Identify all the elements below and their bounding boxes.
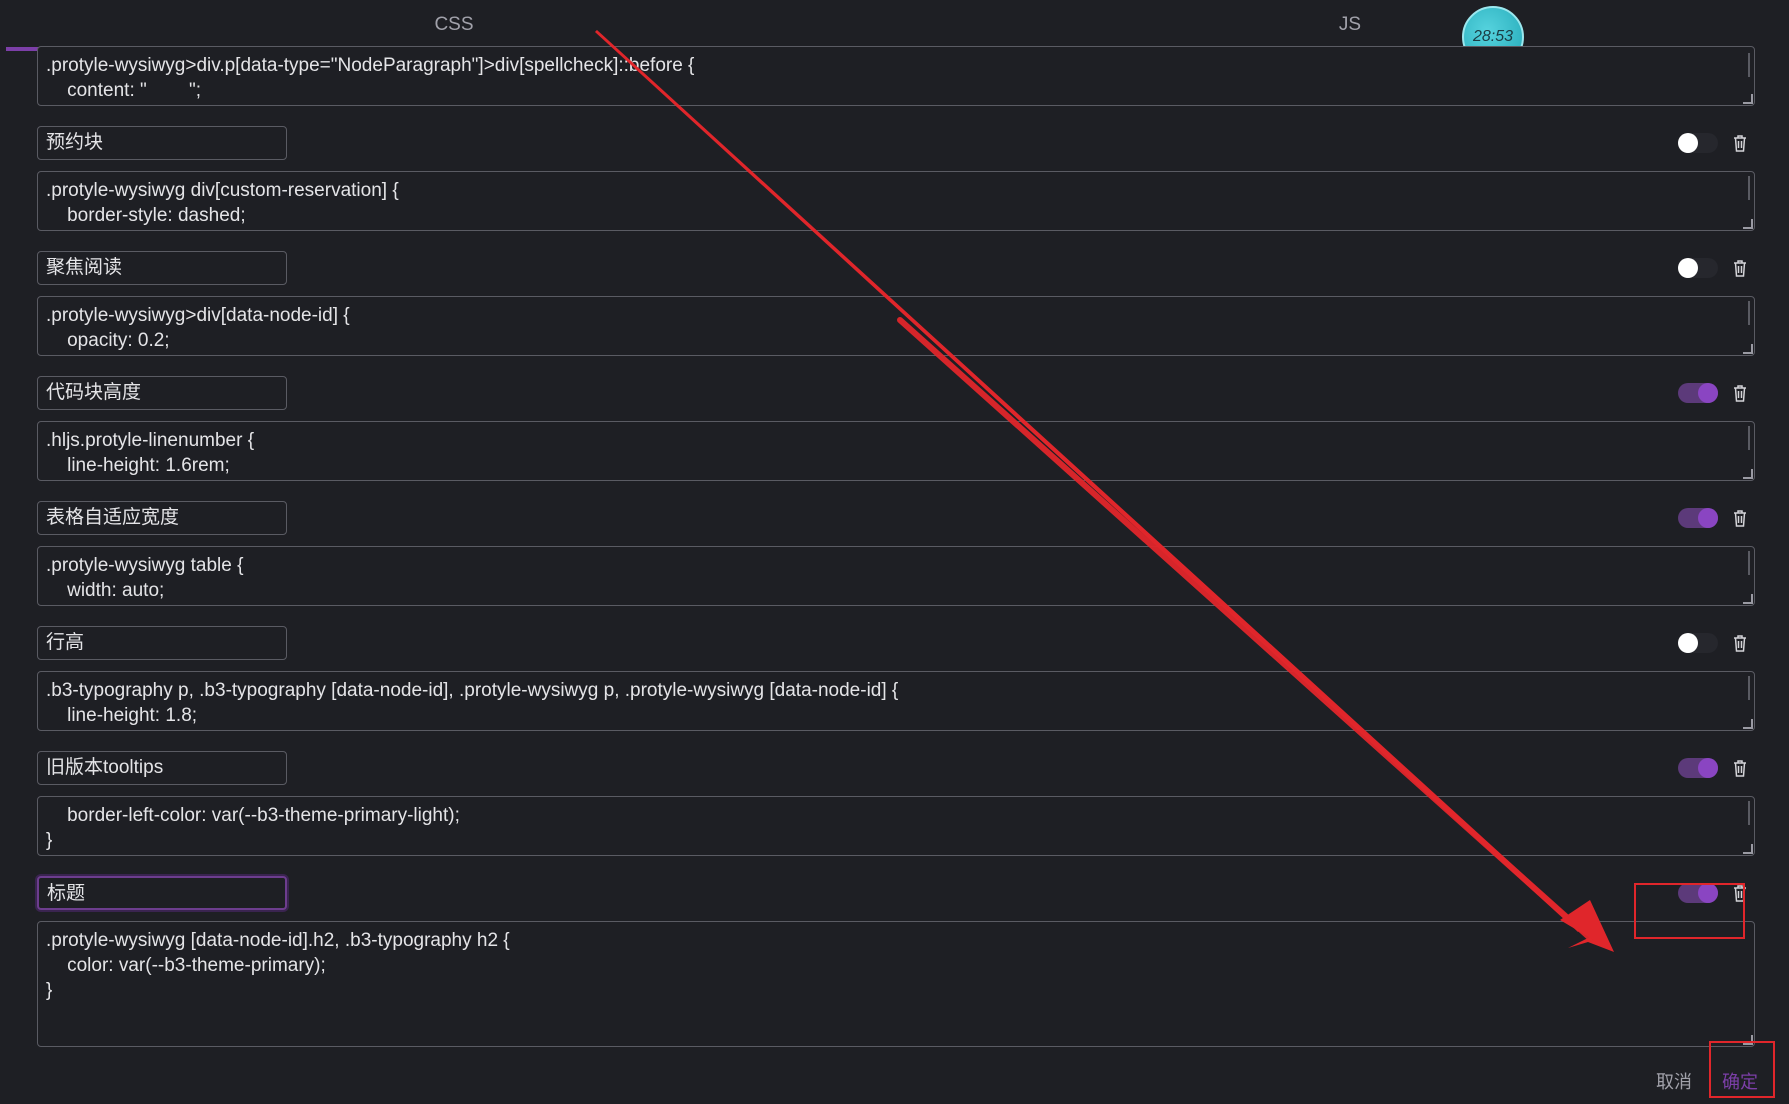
resize-handle[interactable] [1743,719,1753,729]
tab-css[interactable]: CSS [6,0,902,50]
trash-icon[interactable] [1732,759,1748,777]
toggle-knob [1698,758,1718,778]
code-line: opacity: 0.2; [46,330,170,351]
trash-icon[interactable] [1732,384,1748,402]
scrollbar[interactable] [1748,551,1750,575]
code-line: border-style: dashed; [46,205,246,226]
snippet-code-textarea[interactable]: .protyle-wysiwyg>div.p[data-type="NodePa… [37,46,1755,106]
code-line: .hljs.protyle-linenumber { [46,430,255,451]
snippet-name-input[interactable]: 旧版本tooltips [37,751,287,785]
scrollbar[interactable] [1748,176,1750,200]
scrollbar[interactable] [1748,426,1750,450]
code-line: .protyle-wysiwyg>div.p[data-type="NodePa… [46,55,695,76]
snippet-name-input[interactable]: 预约块 [37,126,287,160]
cancel-button[interactable]: 取消 [1656,1068,1692,1094]
code-line: } [46,980,53,1001]
toggle-knob [1698,508,1718,528]
code-line: .protyle-wysiwyg [data-node-id].h2, .b3-… [46,930,510,951]
snippet-name-input[interactable]: 聚焦阅读 [37,251,287,285]
code-line: border-left-color: var(--b3-theme-primar… [46,805,460,826]
resize-handle[interactable] [1743,844,1753,854]
scrollbar[interactable] [1748,801,1750,825]
trash-icon[interactable] [1732,509,1748,527]
trash-icon[interactable] [1732,884,1748,902]
code-line: .protyle-wysiwyg table { [46,555,244,576]
code-line: .b3-typography p, .b3-typography [data-n… [46,680,899,701]
snippet-enable-toggle[interactable] [1678,133,1718,153]
resize-handle[interactable] [1743,94,1753,104]
toggle-knob [1678,133,1698,153]
toggle-knob [1698,883,1718,903]
snippet-editor-dialog: CSS JS 28:53 .protyle-wysiwyg>div.p[data… [0,0,1789,1104]
toggle-knob [1698,383,1718,403]
snippet-enable-toggle[interactable] [1678,883,1718,903]
snippet-name-input[interactable]: 行高 [37,626,287,660]
scrollbar[interactable] [1748,676,1750,700]
resize-handle[interactable] [1743,469,1753,479]
code-line: color: var(--b3-theme-primary); [46,955,326,976]
snippet-enable-toggle[interactable] [1678,633,1718,653]
snippet-enable-toggle[interactable] [1678,508,1718,528]
scrollbar[interactable] [1748,301,1750,325]
scrollbar[interactable] [1748,53,1750,77]
trash-icon[interactable] [1732,634,1748,652]
code-line: line-height: 1.8; [46,705,198,726]
resize-handle[interactable] [1743,344,1753,354]
resize-handle[interactable] [1743,594,1753,604]
snippet-code-textarea[interactable]: .protyle-wysiwyg div[custom-reservation]… [37,171,1755,231]
toggle-knob [1678,258,1698,278]
snippet-name-input[interactable]: 标题 [37,876,287,910]
resize-handle[interactable] [1743,219,1753,229]
snippet-enable-toggle[interactable] [1678,758,1718,778]
resize-handle[interactable] [1743,1035,1753,1045]
code-line: .protyle-wysiwyg>div[data-node-id] { [46,305,350,326]
snippet-name-input[interactable]: 代码块高度 [37,376,287,410]
code-line: } [46,830,53,851]
trash-icon[interactable] [1732,259,1748,277]
snippet-enable-toggle[interactable] [1678,383,1718,403]
code-line: line-height: 1.6rem; [46,455,230,476]
snippet-code-textarea[interactable]: .b3-typography p, .b3-typography [data-n… [37,671,1755,731]
snippet-code-textarea[interactable]: .protyle-wysiwyg>div[data-node-id] { opa… [37,296,1755,356]
snippet-code-textarea[interactable]: .protyle-wysiwyg table { width: auto; [37,546,1755,606]
snippet-code-textarea[interactable]: .protyle-wysiwyg [data-node-id].h2, .b3-… [37,921,1755,1047]
snippet-name-input[interactable]: 表格自适应宽度 [37,501,287,535]
snippet-enable-toggle[interactable] [1678,258,1718,278]
code-line: .protyle-wysiwyg div[custom-reservation]… [46,180,399,201]
code-line: width: auto; [46,580,165,601]
code-line: content: " "; [46,80,201,101]
snippet-code-textarea[interactable]: border-left-color: var(--b3-theme-primar… [37,796,1755,856]
confirm-button[interactable]: 确定 [1722,1068,1758,1094]
snippet-code-textarea[interactable]: .hljs.protyle-linenumber { line-height: … [37,421,1755,481]
tab-js[interactable]: JS [902,0,1789,50]
trash-icon[interactable] [1732,134,1748,152]
toggle-knob [1678,633,1698,653]
